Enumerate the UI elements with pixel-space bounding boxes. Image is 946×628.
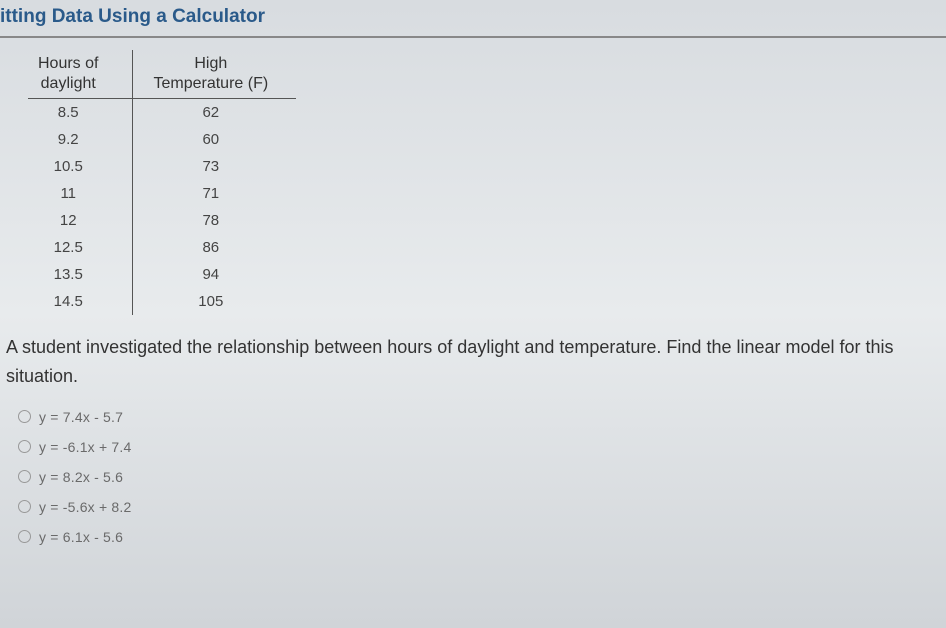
- table-row: 13.5 94: [28, 261, 296, 288]
- option-label: y = -6.1x + 7.4: [39, 439, 132, 455]
- page-title: itting Data Using a Calculator: [0, 6, 946, 28]
- col1-header: Hours of daylight: [28, 50, 133, 99]
- radio-button[interactable]: [18, 410, 31, 423]
- option-row[interactable]: y = 8.2x - 5.6: [18, 469, 928, 485]
- cell-hours: 9.2: [28, 126, 133, 153]
- data-table: Hours of daylight High Temperature (F) 8…: [28, 50, 296, 315]
- col1-header-line2: daylight: [41, 75, 96, 92]
- col1-header-line1: Hours of: [38, 55, 98, 72]
- cell-temp: 71: [133, 180, 296, 207]
- page-header: itting Data Using a Calculator: [0, 0, 946, 38]
- content-area: Hours of daylight High Temperature (F) 8…: [0, 50, 946, 545]
- col2-header: High Temperature (F): [133, 50, 296, 99]
- cell-hours: 12: [28, 207, 133, 234]
- table-row: 12 78: [28, 207, 296, 234]
- radio-button[interactable]: [18, 470, 31, 483]
- question-prompt: A student investigated the relationship …: [6, 333, 928, 391]
- option-row[interactable]: y = 7.4x - 5.7: [18, 409, 928, 425]
- table-body: 8.5 62 9.2 60 10.5 73 11 71 12 78 12.5 8…: [28, 99, 296, 316]
- option-row[interactable]: y = -5.6x + 8.2: [18, 499, 928, 515]
- option-label: y = 6.1x - 5.6: [39, 529, 123, 545]
- col2-header-line2: Temperature (F): [153, 75, 268, 92]
- radio-button[interactable]: [18, 530, 31, 543]
- option-row[interactable]: y = 6.1x - 5.6: [18, 529, 928, 545]
- cell-hours: 14.5: [28, 288, 133, 315]
- answer-options: y = 7.4x - 5.7 y = -6.1x + 7.4 y = 8.2x …: [18, 409, 928, 545]
- cell-temp: 94: [133, 261, 296, 288]
- cell-hours: 13.5: [28, 261, 133, 288]
- cell-hours: 11: [28, 180, 133, 207]
- option-label: y = 7.4x - 5.7: [39, 409, 123, 425]
- option-row[interactable]: y = -6.1x + 7.4: [18, 439, 928, 455]
- cell-temp: 86: [133, 234, 296, 261]
- cell-hours: 10.5: [28, 153, 133, 180]
- radio-button[interactable]: [18, 440, 31, 453]
- cell-temp: 78: [133, 207, 296, 234]
- cell-temp: 73: [133, 153, 296, 180]
- col2-header-line1: High: [194, 55, 227, 72]
- table-row: 9.2 60: [28, 126, 296, 153]
- option-label: y = -5.6x + 8.2: [39, 499, 132, 515]
- table-header-row: Hours of daylight High Temperature (F): [28, 50, 296, 99]
- cell-temp: 62: [133, 99, 296, 127]
- radio-button[interactable]: [18, 500, 31, 513]
- table-row: 12.5 86: [28, 234, 296, 261]
- cell-temp: 60: [133, 126, 296, 153]
- table-row: 10.5 73: [28, 153, 296, 180]
- cell-hours: 8.5: [28, 99, 133, 127]
- option-label: y = 8.2x - 5.6: [39, 469, 123, 485]
- cell-hours: 12.5: [28, 234, 133, 261]
- table-row: 8.5 62: [28, 99, 296, 127]
- table-row: 11 71: [28, 180, 296, 207]
- table-row: 14.5 105: [28, 288, 296, 315]
- cell-temp: 105: [133, 288, 296, 315]
